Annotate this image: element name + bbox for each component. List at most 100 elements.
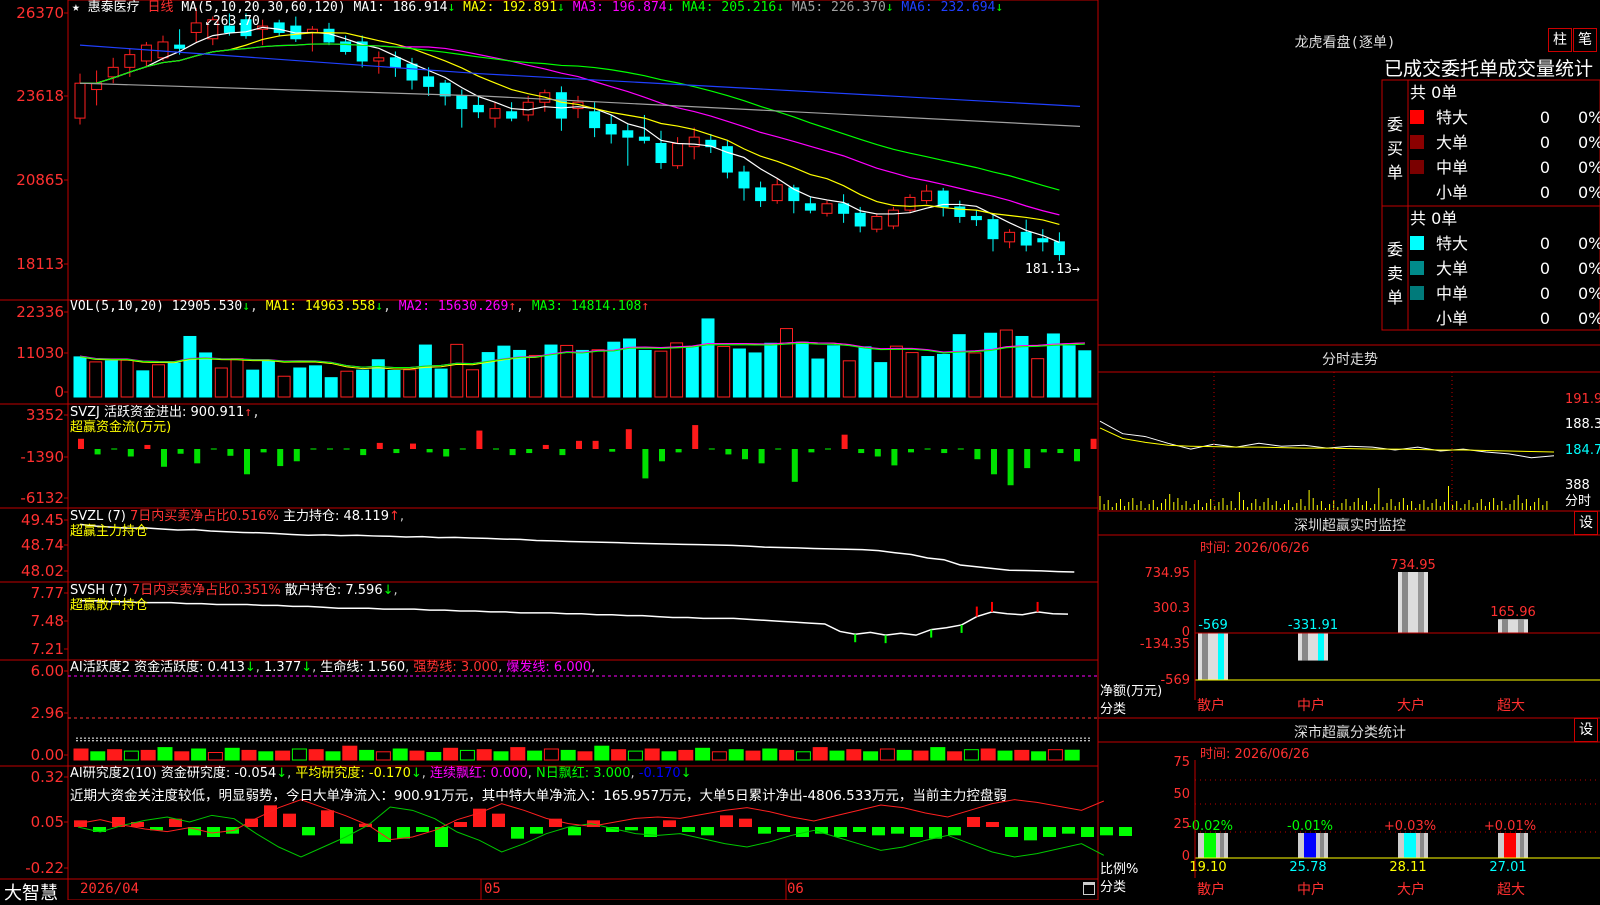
ma-arrow: ↓ [776, 0, 785, 15]
flow-bar [576, 440, 582, 449]
candle-body [871, 215, 883, 230]
buy-order-row-pct: 0% [1578, 133, 1600, 152]
activity-bar [795, 751, 811, 761]
volume-bar [937, 353, 950, 398]
flow-bar [675, 449, 682, 453]
volume-bar [905, 352, 919, 398]
classify-bar [1198, 833, 1228, 858]
monitor-value: 734.95 [1390, 558, 1436, 573]
activity-bar [1064, 749, 1080, 761]
buy-order-row-name: 小单 [1436, 183, 1468, 202]
volume-bar [277, 375, 291, 398]
research-bar [834, 827, 847, 837]
volume-bar [261, 359, 275, 398]
activity-bar [745, 750, 761, 761]
ma-line [79, 44, 1081, 107]
candle-body [340, 41, 352, 52]
monitor-time: 时间: 2026/06/26 [1200, 541, 1310, 556]
retail-holding-line [80, 600, 1069, 636]
buy-order-swatch [1410, 185, 1424, 199]
lock-icon[interactable] [1083, 882, 1095, 895]
classify-bar-color [1204, 833, 1216, 858]
monitor-axis-label: -134.35 [1140, 637, 1190, 652]
axis-label: 48.74 [21, 536, 64, 554]
research-bar [682, 827, 695, 832]
buy-order-row-count: 0 [1540, 108, 1550, 127]
intraday-axis: 184.7 [1565, 443, 1600, 458]
monitor-bar-shade [1202, 633, 1208, 681]
svzj-pane-title: SVZJ 活跃资金进出: 900.911↑, [70, 405, 260, 420]
monitor-axis-label: 734.95 [1145, 566, 1191, 581]
volume-bar [811, 358, 825, 398]
flow-bar [227, 449, 234, 456]
classify-ylabel: 比例% [1100, 862, 1139, 877]
column-view-button[interactable]: 柱 [1548, 28, 1572, 52]
classify-category: 中户 [1297, 881, 1325, 898]
activity-bar [947, 751, 963, 761]
buy-order-row-name: 特大 [1436, 108, 1468, 127]
flow-bar [1007, 449, 1014, 486]
buy-order-row-pct: 0% [1578, 158, 1600, 177]
buy-order-swatch [1410, 160, 1424, 174]
activity-bar [375, 751, 391, 761]
flow-bar [94, 449, 101, 455]
axis-label: 0.05 [31, 813, 64, 831]
flow-bar [692, 425, 699, 449]
flow-bar [526, 449, 533, 454]
research-bar [1005, 827, 1018, 837]
activity-bar [997, 750, 1013, 761]
buy-order-row-count: 0 [1540, 183, 1550, 202]
monitor-ylabel: 净额(万元) [1100, 684, 1163, 699]
activity-bar [224, 747, 240, 761]
monitor-category: 大户 [1397, 697, 1425, 714]
axis-label: 7.48 [31, 612, 64, 630]
activity-bar [426, 752, 442, 761]
sell-order-row-name: 中单 [1436, 284, 1468, 303]
candle-body [439, 82, 451, 97]
research-bar [663, 820, 676, 827]
monitor-xlabel: 分类 [1100, 702, 1127, 717]
research-bar [701, 827, 714, 836]
candle-body [506, 111, 518, 119]
research-bar [891, 827, 904, 834]
monitor-axis-label: 300.3 [1153, 601, 1190, 616]
volume-bar [199, 352, 213, 398]
activity-bar [543, 748, 559, 761]
activity-bar [1047, 749, 1063, 761]
svzl-pane-title: SVZL (7) 7日内买卖净占比0.516% 主力持仓: 48.119↑, [70, 509, 405, 524]
flow-bar [874, 449, 881, 457]
classify-settings-button[interactable]: 设 [1574, 718, 1598, 742]
axis-label: 7.21 [31, 640, 64, 658]
candle-body [1053, 241, 1065, 256]
activity-bar [560, 749, 576, 761]
flow-bar [426, 449, 433, 453]
volume-bar [104, 360, 118, 398]
classify-bar-color [1304, 833, 1316, 858]
tick-view-button[interactable]: 笔 [1573, 28, 1597, 52]
activity-bar [107, 749, 123, 761]
candle-body [74, 82, 86, 119]
axis-label: -6132 [20, 489, 64, 507]
monitor-axis-label: -569 [1160, 673, 1190, 688]
buy-order-swatch [1410, 135, 1424, 149]
activity-bar [476, 749, 492, 761]
activity-bar [963, 749, 979, 761]
research-bar [1119, 827, 1132, 836]
sell-order-row-pct: 0% [1578, 234, 1600, 253]
svzl-subtitle: 超赢主力持仓 [70, 524, 149, 539]
ma-legend-item: MA6: 232.694 [893, 0, 996, 15]
activity-bar [157, 747, 173, 761]
flow-bar [841, 434, 848, 449]
volume-bar [528, 354, 542, 398]
activity-bar [392, 748, 408, 761]
activity-bar [846, 749, 862, 761]
sell-order-row-pct: 0% [1578, 259, 1600, 278]
volume-bar [356, 369, 370, 398]
activity-bar [291, 748, 307, 761]
candle-body [472, 104, 484, 113]
research-bar [625, 827, 638, 831]
flow-bar [277, 449, 284, 467]
monitor-settings-button[interactable]: 设 [1574, 511, 1598, 535]
activity-bar [611, 749, 627, 761]
volume-bar [418, 344, 432, 398]
